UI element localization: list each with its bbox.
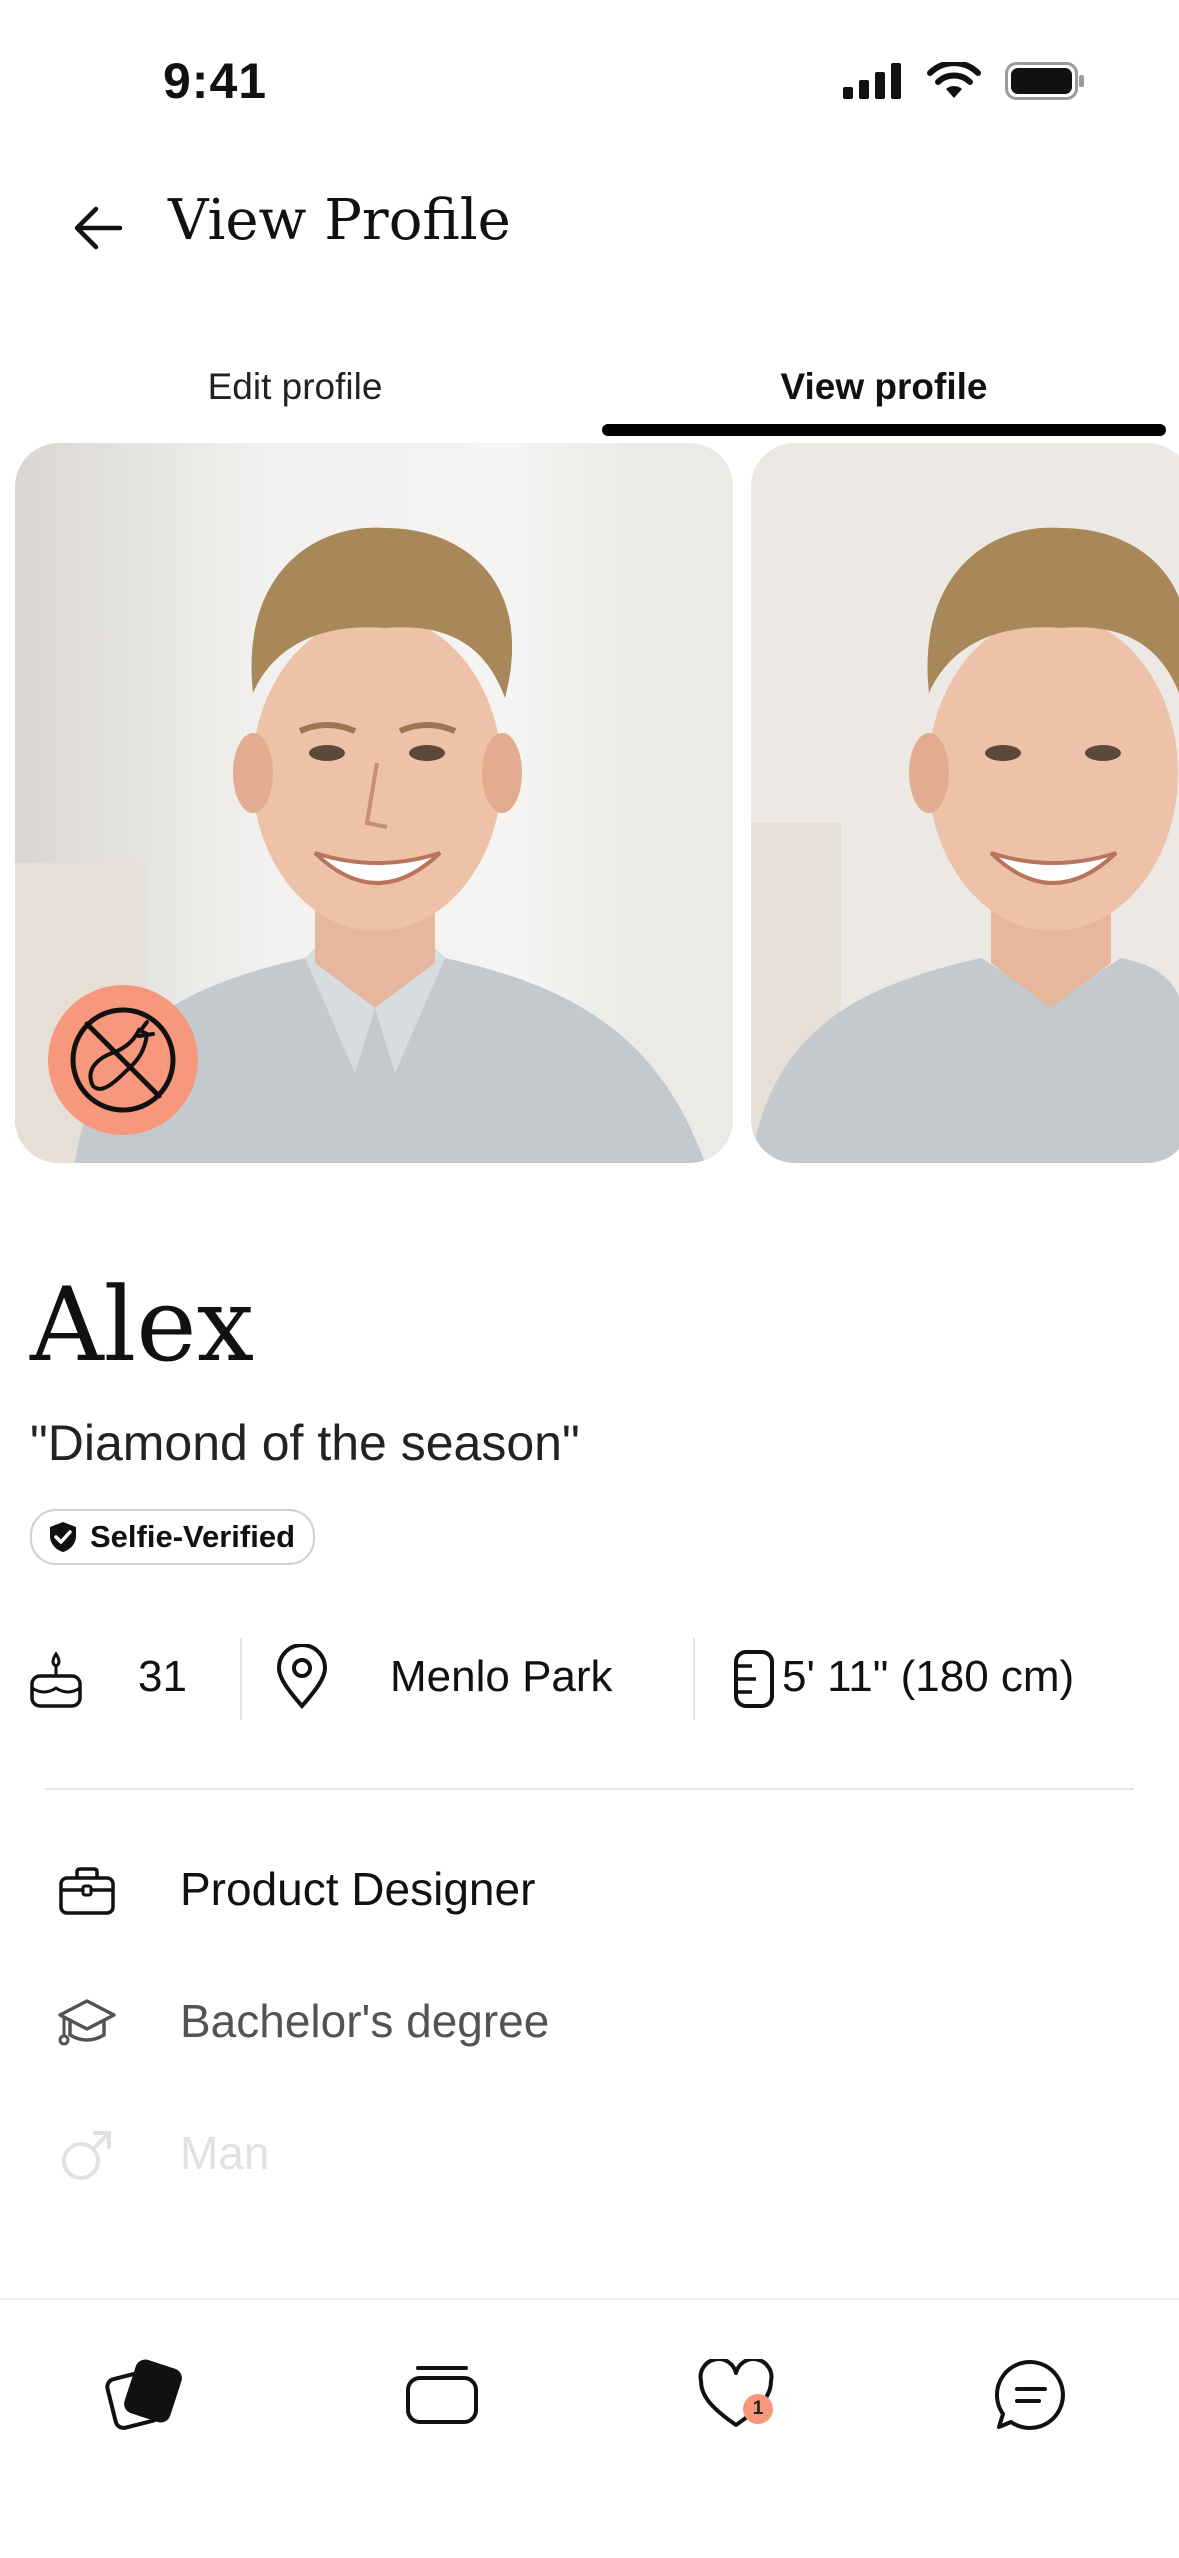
age-value: 31 — [138, 1652, 187, 1701]
height-value: 5' 11" (180 cm) — [782, 1652, 1075, 1701]
likes-count-badge: 1 — [743, 2394, 773, 2424]
status-icons — [843, 62, 1085, 100]
battery-icon — [1005, 62, 1084, 100]
stat-divider — [240, 1638, 242, 1720]
arrow-left-icon — [74, 206, 123, 250]
page-title: View Profile — [168, 188, 511, 253]
location-value: Menlo Park — [390, 1652, 613, 1701]
no-eggplant-badge[interactable] — [48, 985, 198, 1135]
stat-divider — [693, 1638, 695, 1720]
back-button[interactable] — [60, 190, 136, 266]
tab-edit-profile[interactable]: Edit profile — [0, 343, 590, 431]
portrait-photo — [751, 443, 1179, 1163]
male-gender-icon — [52, 2120, 122, 2190]
active-tab-indicator — [602, 424, 1166, 436]
chat-icon — [995, 2359, 1065, 2430]
section-divider — [45, 1788, 1134, 1790]
signal-icon — [843, 63, 901, 99]
no-eggplant-icon — [70, 1007, 176, 1113]
briefcase-icon — [52, 1856, 122, 1926]
nav-discover[interactable] — [90, 2340, 200, 2450]
shield-check-icon — [50, 1522, 76, 1552]
graduation-cap-icon — [52, 1988, 122, 2058]
profile-stats-row: 31 Menlo Park 5' 11" (180 cm) — [0, 1630, 1179, 1730]
info-row-gender: Man — [0, 2102, 1179, 2202]
info-row-job: Product Designer — [0, 1838, 1179, 1938]
location-pin-icon — [274, 1644, 330, 1710]
gender-label: Man — [180, 2127, 270, 2179]
ruler-icon — [732, 1648, 776, 1710]
nav-likes[interactable]: 1 — [681, 2340, 791, 2450]
wifi-icon — [927, 62, 981, 98]
nav-matches[interactable] — [387, 2340, 497, 2450]
stack-icon — [406, 2366, 478, 2424]
status-time: 9:41 — [163, 53, 268, 109]
cards-icon — [105, 2359, 182, 2430]
nav-chat[interactable] — [976, 2340, 1086, 2450]
bottom-nav: 1 — [0, 2298, 1179, 2558]
education-label: Bachelor's degree — [180, 1995, 550, 2047]
job-title: Product Designer — [180, 1863, 536, 1915]
selfie-verified-badge[interactable]: Selfie-Verified — [30, 1509, 316, 1565]
profile-tagline: "Diamond of the season" — [30, 1415, 580, 1471]
info-row-education: Bachelor's degree — [0, 1970, 1179, 2070]
profile-name: Alex — [30, 1266, 255, 1385]
profile-photo-2[interactable] — [751, 443, 1179, 1163]
birthday-cake-icon — [28, 1650, 84, 1710]
tab-view-profile[interactable]: View profile — [600, 343, 1168, 431]
verified-label: Selfie-Verified — [90, 1519, 296, 1554]
